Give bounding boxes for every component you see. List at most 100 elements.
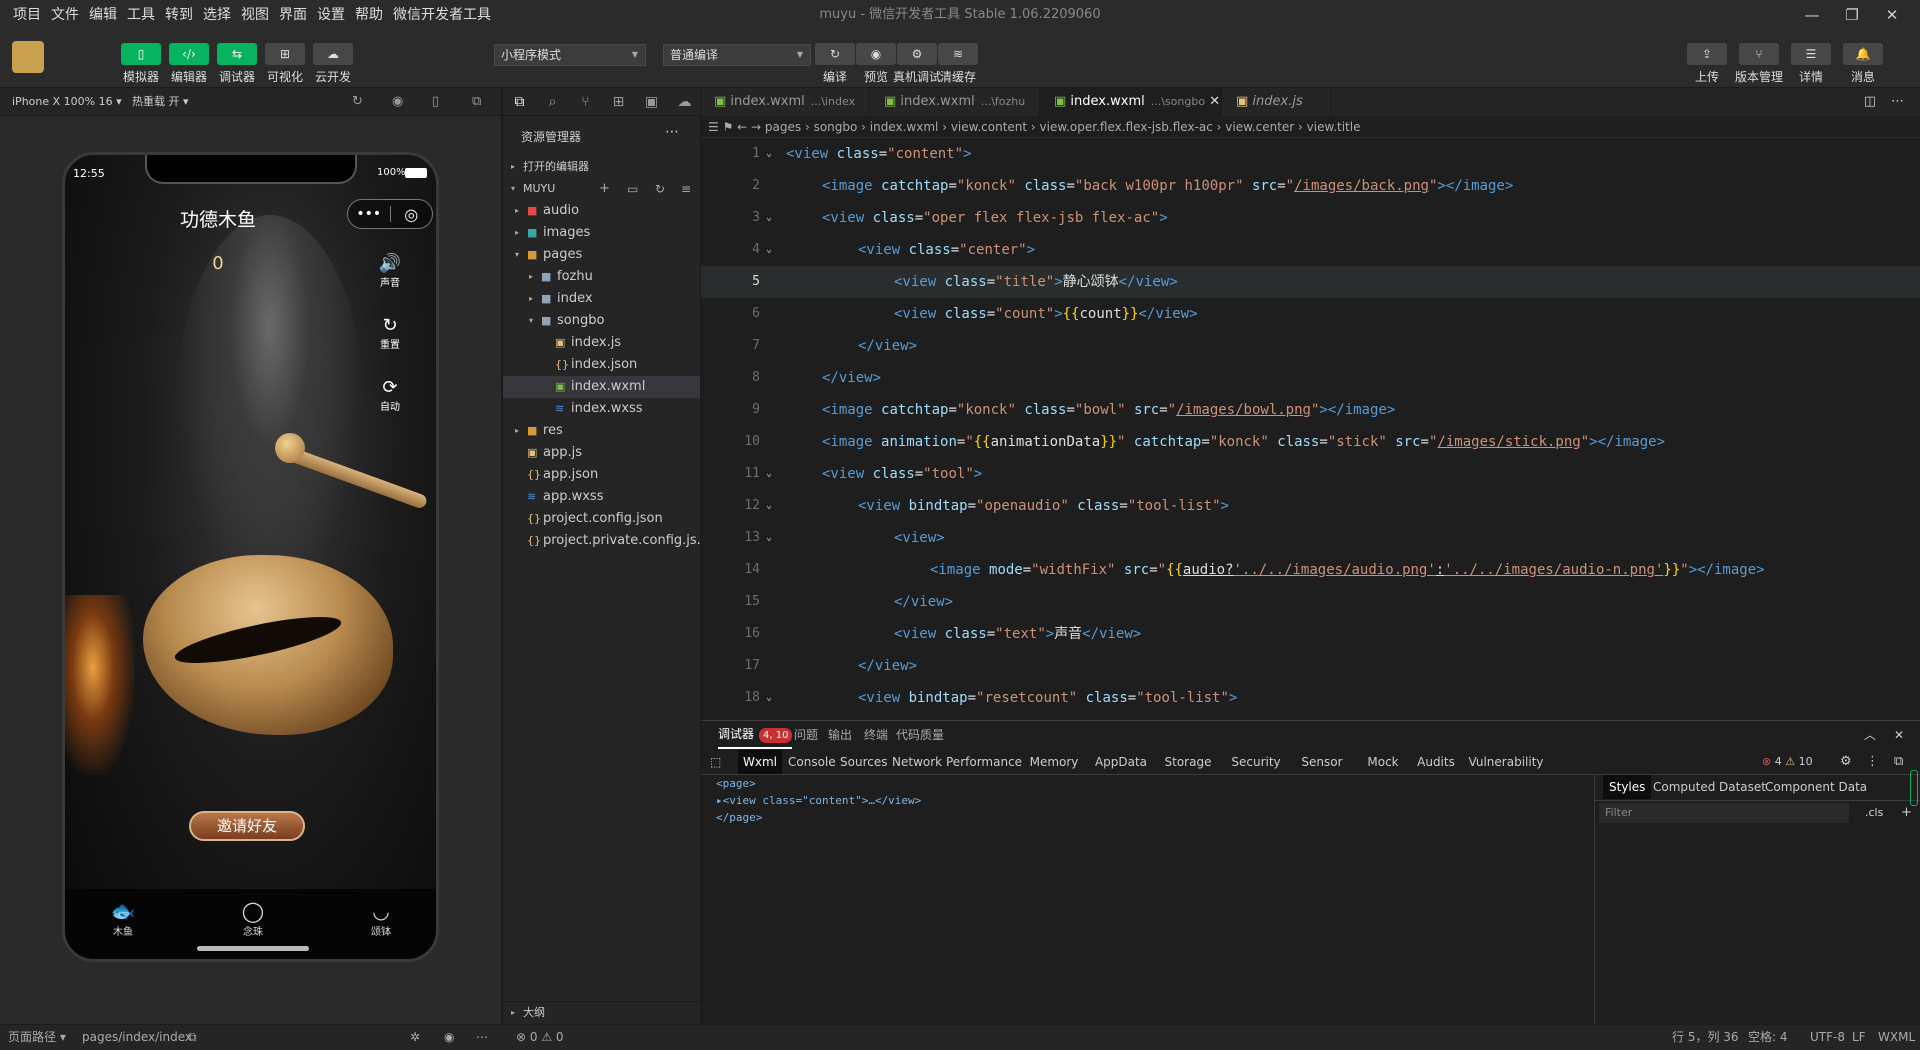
devtools-panel-tab[interactable]: Memory [1024, 750, 1084, 774]
inspect-element-icon[interactable]: ⬚ [710, 750, 721, 774]
toolbar-button[interactable]: ⊞ 可视化 [260, 43, 310, 85]
end-of-line[interactable]: LF [1852, 1025, 1866, 1050]
fold-chevron-icon[interactable]: ⌄ [766, 458, 772, 490]
editor-tab[interactable]: ▣ index.wxml ...\songbo ✕ [1040, 88, 1222, 116]
toolbar-button[interactable]: ⇆ 调试器 [212, 43, 262, 85]
file-tree-item[interactable]: ▸ ■ index [503, 288, 701, 310]
devtools-panel-tab[interactable]: Storage [1158, 750, 1218, 774]
debug-icon[interactable]: ▣ [635, 94, 668, 110]
search-icon[interactable]: ⌕ [536, 94, 569, 110]
file-tree-item[interactable]: {} index.json [503, 354, 701, 376]
toolbar-button[interactable]: ☁ 云开发 [308, 43, 358, 85]
files-icon[interactable]: ⧉ [503, 94, 536, 110]
toolbar-button[interactable]: ≋ 清缓存 [933, 43, 983, 85]
close-tab-icon[interactable]: ✕ [1205, 94, 1220, 109]
breadcrumb-item[interactable]: pages [765, 120, 801, 134]
code-line[interactable]: 3 ⌄ <view class="oper flex flex-jsb flex-a… [700, 202, 1920, 234]
toolbar-button[interactable]: ▯ 模拟器 [116, 43, 166, 85]
device-select[interactable]: iPhone X 100% 16 ▾ [12, 88, 122, 116]
cls-toggle[interactable]: .cls [1865, 803, 1883, 823]
settings-gear-icon[interactable]: ⚙ [1840, 750, 1852, 774]
cursor-position[interactable]: 行 5，列 36 [1672, 1025, 1739, 1050]
code-line[interactable]: 1 ⌄ <view class="content"> [700, 138, 1920, 170]
phone-icon[interactable]: ▯ [432, 88, 439, 116]
more-dots-icon[interactable]: ••• [348, 206, 390, 222]
editor-tab[interactable]: ▣ index.wxml ...\fozhu [870, 88, 1040, 116]
code-line[interactable]: 17 </view> [700, 650, 1920, 682]
styles-tab[interactable]: Dataset [1719, 775, 1766, 799]
menu-item[interactable]: 文件 [46, 0, 84, 30]
menu-item[interactable]: 选择 [198, 0, 236, 30]
styles-tab[interactable]: Styles [1603, 775, 1652, 799]
breadcrumb-item[interactable]: index.wxml [870, 120, 939, 134]
tab-nianzhu[interactable]: ◯ 念珠 [223, 899, 283, 938]
fold-chevron-icon[interactable]: ⌄ [766, 682, 772, 714]
close-miniprogram-icon[interactable]: ◎ [390, 205, 432, 224]
code-line[interactable]: 14 <image mode="widthFix" src="{{audio?'.… [700, 554, 1920, 586]
split-editor-icon[interactable]: ◫ [1864, 88, 1876, 116]
bug-icon[interactable]: ✲ [410, 1025, 420, 1050]
refresh-icon[interactable]: ↻ [352, 88, 363, 116]
fold-chevron-icon[interactable]: ⌄ [766, 138, 772, 170]
dock-icon[interactable]: ⧉ [1894, 750, 1903, 774]
indent-spaces[interactable]: 空格: 4 [1748, 1025, 1788, 1050]
collapse-all-icon[interactable]: ≡ [681, 178, 691, 200]
file-tree-item[interactable]: {} project.private.config.js... [503, 530, 709, 552]
invite-friends-button[interactable]: 邀请好友 [189, 811, 305, 841]
eye-icon[interactable]: ◉ [444, 1025, 454, 1050]
file-tree-item[interactable]: {} app.json [503, 464, 701, 486]
code-line[interactable]: 9 <image catchtap="konck" class="bowl" sr… [700, 394, 1920, 426]
devtools-panel-tab[interactable]: Sensor [1294, 750, 1350, 774]
minimize-icon[interactable]: — [1792, 0, 1832, 30]
refresh-tree-icon[interactable]: ↻ [655, 178, 665, 200]
fold-chevron-icon[interactable]: ⌄ [766, 202, 772, 234]
open-editors-section[interactable]: ▸ 打开的编辑器 [503, 156, 701, 178]
breadcrumb-item[interactable]: songbo [814, 120, 858, 134]
mode-select[interactable]: 小程序模式 ▼ [494, 44, 646, 66]
tab-songbo[interactable]: ◡ 颂钵 [351, 899, 411, 938]
devtools-panel-tab[interactable]: Security [1226, 750, 1286, 774]
outline-section[interactable]: ▸ 大纲 [503, 1001, 701, 1023]
stop-icon[interactable]: ◉ [392, 88, 403, 116]
code-line[interactable]: 8 </view> [700, 362, 1920, 394]
explorer-toggle-icon[interactable]: ☰ ⚑ ← → [708, 120, 765, 134]
code-line[interactable]: 6 <view class="count">{{count}}</view> [700, 298, 1920, 330]
breadcrumb-item[interactable]: view.content [951, 120, 1027, 134]
project-section[interactable]: ▾ MUYU + ▭ ↻ ≡ [503, 178, 701, 200]
code-line[interactable]: 16 <view class="text">声音</view> [700, 618, 1920, 650]
file-tree-item[interactable]: ≋ index.wxss [503, 398, 701, 420]
hot-reload-toggle[interactable]: 热重载 开 ▾ [132, 88, 189, 116]
editor-tab[interactable]: ▣ index.wxml ...\index [700, 88, 870, 116]
file-tree-item[interactable]: {} project.config.json [503, 508, 701, 530]
language-mode[interactable]: WXML [1878, 1025, 1915, 1050]
devtools-panel-tab[interactable]: AppData [1092, 750, 1150, 774]
menu-item[interactable]: 微信开发者工具 [388, 0, 496, 30]
wxml-node[interactable]: <page> [716, 775, 1594, 792]
tool-auto[interactable]: ⟳ 自动 [365, 377, 415, 413]
styles-tab[interactable]: Computed [1653, 775, 1715, 799]
page-path[interactable]: pages/index/index [82, 1025, 192, 1050]
toolbar-button[interactable]: ‹/› 编辑器 [164, 43, 214, 85]
devtools-panel-tab[interactable]: Wxml [738, 750, 782, 774]
menu-item[interactable]: 帮助 [350, 0, 388, 30]
toolbar-button[interactable]: 🔔 消息 [1838, 43, 1888, 85]
file-tree-item[interactable]: ▣ index.js [503, 332, 701, 354]
breadcrumb-item[interactable]: view.oper.flex.flex-jsb.flex-ac [1040, 120, 1213, 134]
fold-chevron-icon[interactable]: ⌄ [766, 522, 772, 554]
toolbar-button[interactable]: ☰ 详情 [1786, 43, 1836, 85]
file-tree-item[interactable]: ▸ ■ images [503, 222, 701, 244]
file-tree-item[interactable]: ▸ ■ audio [503, 200, 701, 222]
code-line[interactable]: 7 </view> [700, 330, 1920, 362]
fold-chevron-icon[interactable]: ⌄ [766, 234, 772, 266]
breadcrumb-item[interactable]: view.center [1225, 120, 1294, 134]
new-file-icon[interactable]: + [599, 178, 610, 200]
copy-icon[interactable]: ⧉ [188, 1025, 197, 1050]
breadcrumb-item[interactable]: view.title [1307, 120, 1361, 134]
compile-select[interactable]: 普通编译 ▼ [663, 44, 811, 66]
new-folder-icon[interactable]: ▭ [627, 178, 638, 200]
editor-more-icon[interactable]: ⋯ [1891, 88, 1904, 116]
file-tree-item[interactable]: ▣ app.js [503, 442, 701, 464]
devtools-panel-tab[interactable]: Audits [1414, 750, 1458, 774]
menu-item[interactable]: 视图 [236, 0, 274, 30]
editor-tab[interactable]: ▣ index.js [1222, 88, 1332, 116]
